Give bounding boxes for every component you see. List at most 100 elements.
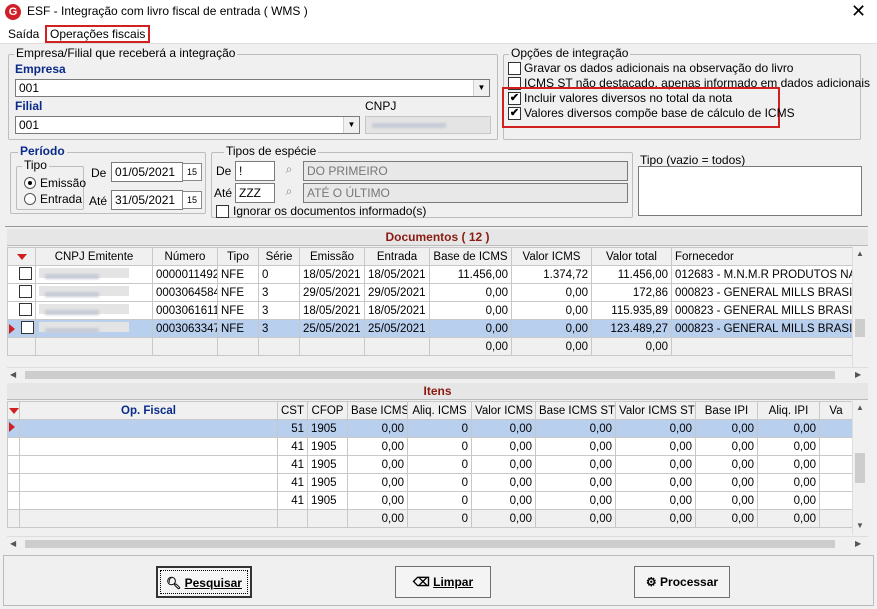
close-icon[interactable]: ✕ <box>851 1 866 21</box>
row-select-cell[interactable] <box>7 301 36 320</box>
ignore-docs-checkbox[interactable] <box>216 205 229 218</box>
table-row[interactable]: 0003064584 NFE 3 29/05/2021 29/05/2021 0… <box>7 283 853 302</box>
tipo-textarea[interactable] <box>638 166 862 216</box>
op-fiscal-cell[interactable] <box>19 455 278 474</box>
table-row[interactable]: 41 1905 0,00 0 0,00 0,00 0,00 0,00 0,00 <box>7 473 853 492</box>
cst-cell: 41 <box>277 455 308 474</box>
row-checkbox[interactable] <box>19 302 32 316</box>
empresa-select[interactable]: 001 ▼ <box>15 79 490 97</box>
documents-horizontal-scrollbar[interactable]: ◀ ▶ <box>7 367 868 381</box>
scroll-left-icon[interactable]: ◀ <box>10 539 16 548</box>
pesquisar-button[interactable]: 🔍︎ Pesquisar <box>156 566 252 598</box>
column-header[interactable] <box>7 247 36 266</box>
table-row[interactable]: 41 1905 0,00 0 0,00 0,00 0,00 0,00 0,00 <box>7 491 853 510</box>
base-icms-cell: 0,00 <box>429 283 512 302</box>
row-checkbox[interactable] <box>21 320 34 334</box>
totals-empty <box>307 509 348 528</box>
table-row[interactable]: 0000011492 NFE 0 18/05/2021 18/05/2021 1… <box>7 265 853 284</box>
redacted-value <box>39 286 129 296</box>
table-row-selected[interactable]: 51 1905 0,00 0 0,00 0,00 0,00 0,00 0,00 <box>7 419 853 438</box>
column-header[interactable] <box>7 401 20 420</box>
table-row[interactable]: 41 1905 0,00 0 0,00 0,00 0,00 0,00 0,00 <box>7 437 853 456</box>
scroll-right-icon[interactable]: ▶ <box>855 370 861 379</box>
scroll-thumb[interactable] <box>855 453 865 483</box>
base-ipi-cell: 0,00 <box>695 491 758 510</box>
chevron-down-icon[interactable]: ▼ <box>343 117 359 133</box>
limpar-button[interactable]: ⌫ Limpar <box>395 566 491 598</box>
valor-icms-cell: 0,00 <box>471 437 536 456</box>
row-select-cell[interactable] <box>7 283 36 302</box>
table-row[interactable]: 41 1905 0,00 0 0,00 0,00 0,00 0,00 0,00 <box>7 455 853 474</box>
scroll-up-icon[interactable]: ▲ <box>856 249 864 258</box>
column-header-op-fiscal[interactable]: Op. Fiscal <box>19 401 278 420</box>
column-header-base-icms[interactable]: Base de ICMS <box>429 247 512 266</box>
op-fiscal-cell[interactable] <box>19 473 278 492</box>
column-header-aliq-icms[interactable]: Aliq. ICMS <box>407 401 472 420</box>
calendar-icon[interactable]: 15 <box>182 191 202 209</box>
option-checkbox-incluir-valores[interactable]: ✔ <box>508 92 521 105</box>
column-header-valor-total[interactable]: Valor total <box>591 247 672 266</box>
items-vertical-scrollbar[interactable]: ▲ ▼ <box>852 401 867 535</box>
column-header-tipo[interactable]: Tipo <box>217 247 259 266</box>
column-header-entrada[interactable]: Entrada <box>364 247 430 266</box>
column-header-valor-icms[interactable]: Valor ICMS <box>511 247 592 266</box>
menu-operacoes-fiscais[interactable]: Operações fiscais <box>45 25 151 43</box>
documents-vertical-scrollbar[interactable]: ▲ <box>852 247 867 367</box>
row-select-cell[interactable] <box>7 319 36 338</box>
column-header-fornecedor[interactable]: Fornecedor <box>671 247 853 266</box>
current-row-icon <box>9 323 15 334</box>
column-header-base-icms[interactable]: Base ICMS <box>347 401 408 420</box>
column-header-serie[interactable]: Série <box>258 247 300 266</box>
op-fiscal-cell[interactable] <box>19 419 278 438</box>
chevron-down-icon[interactable]: ▼ <box>473 80 489 96</box>
processar-button[interactable]: ⚙ Processar <box>634 566 730 598</box>
column-header-aliq-ipi[interactable]: Aliq. IPI <box>757 401 820 420</box>
filial-select[interactable]: 001 ▼ <box>15 116 360 134</box>
op-fiscal-cell[interactable] <box>19 491 278 510</box>
scroll-thumb[interactable] <box>25 371 835 379</box>
binoculars-icon[interactable]: ⌕ <box>279 162 299 180</box>
radio-entrada[interactable] <box>24 193 36 205</box>
species-ate-input[interactable]: ZZZ <box>235 183 275 203</box>
species-de-input[interactable]: ! <box>235 161 275 181</box>
numero-cell: 0003061611 <box>152 301 218 320</box>
calendar-icon[interactable]: 15 <box>182 163 202 181</box>
column-header-numero[interactable]: Número <box>152 247 218 266</box>
column-header-emissao[interactable]: Emissão <box>299 247 365 266</box>
radio-emissao[interactable] <box>24 177 36 189</box>
cfop-cell: 1905 <box>307 491 348 510</box>
scroll-up-icon[interactable]: ▲ <box>856 403 864 412</box>
row-checkbox[interactable] <box>19 284 32 298</box>
column-header-valor-icms-st[interactable]: Valor ICMS ST <box>615 401 696 420</box>
column-header-base-icms-st[interactable]: Base ICMS ST <box>535 401 616 420</box>
totals-empty <box>152 337 218 356</box>
period-de-input[interactable]: 01/05/2021 <box>111 162 183 182</box>
row-select-cell[interactable] <box>7 265 36 284</box>
binoculars-icon[interactable]: ⌕ <box>279 184 299 202</box>
scroll-right-icon[interactable]: ▶ <box>855 539 861 548</box>
option-checkbox-base-calculo[interactable]: ✔ <box>508 107 521 120</box>
op-fiscal-cell[interactable] <box>19 437 278 456</box>
scroll-down-icon[interactable]: ▼ <box>856 521 864 530</box>
scroll-thumb[interactable] <box>855 319 865 337</box>
cfop-cell: 1905 <box>307 437 348 456</box>
period-ate-input[interactable]: 31/05/2021 <box>111 190 183 210</box>
scroll-thumb[interactable] <box>25 540 835 548</box>
items-horizontal-scrollbar[interactable]: ◀ ▶ <box>7 536 868 550</box>
scroll-left-icon[interactable]: ◀ <box>10 370 16 379</box>
column-header-va[interactable]: Va <box>819 401 853 420</box>
column-header-base-ipi[interactable]: Base IPI <box>695 401 758 420</box>
column-header-valor-icms[interactable]: Valor ICMS <box>471 401 536 420</box>
column-header-cst[interactable]: CST <box>277 401 308 420</box>
row-indicator-cell <box>7 491 20 510</box>
table-row-selected[interactable]: 0003063347 NFE 3 25/05/2021 25/05/2021 0… <box>7 319 853 338</box>
period-legend: Período <box>18 144 67 158</box>
menu-saida[interactable]: Saída <box>5 27 42 41</box>
base-st-cell: 0,00 <box>535 437 616 456</box>
serie-cell: 3 <box>258 283 300 302</box>
table-row[interactable]: 0003061611 NFE 3 18/05/2021 18/05/2021 0… <box>7 301 853 320</box>
row-checkbox[interactable] <box>19 266 32 280</box>
column-header-cfop[interactable]: CFOP <box>307 401 348 420</box>
column-header-cnpj[interactable]: CNPJ Emitente <box>35 247 153 266</box>
option-checkbox-gravar[interactable] <box>508 62 521 75</box>
